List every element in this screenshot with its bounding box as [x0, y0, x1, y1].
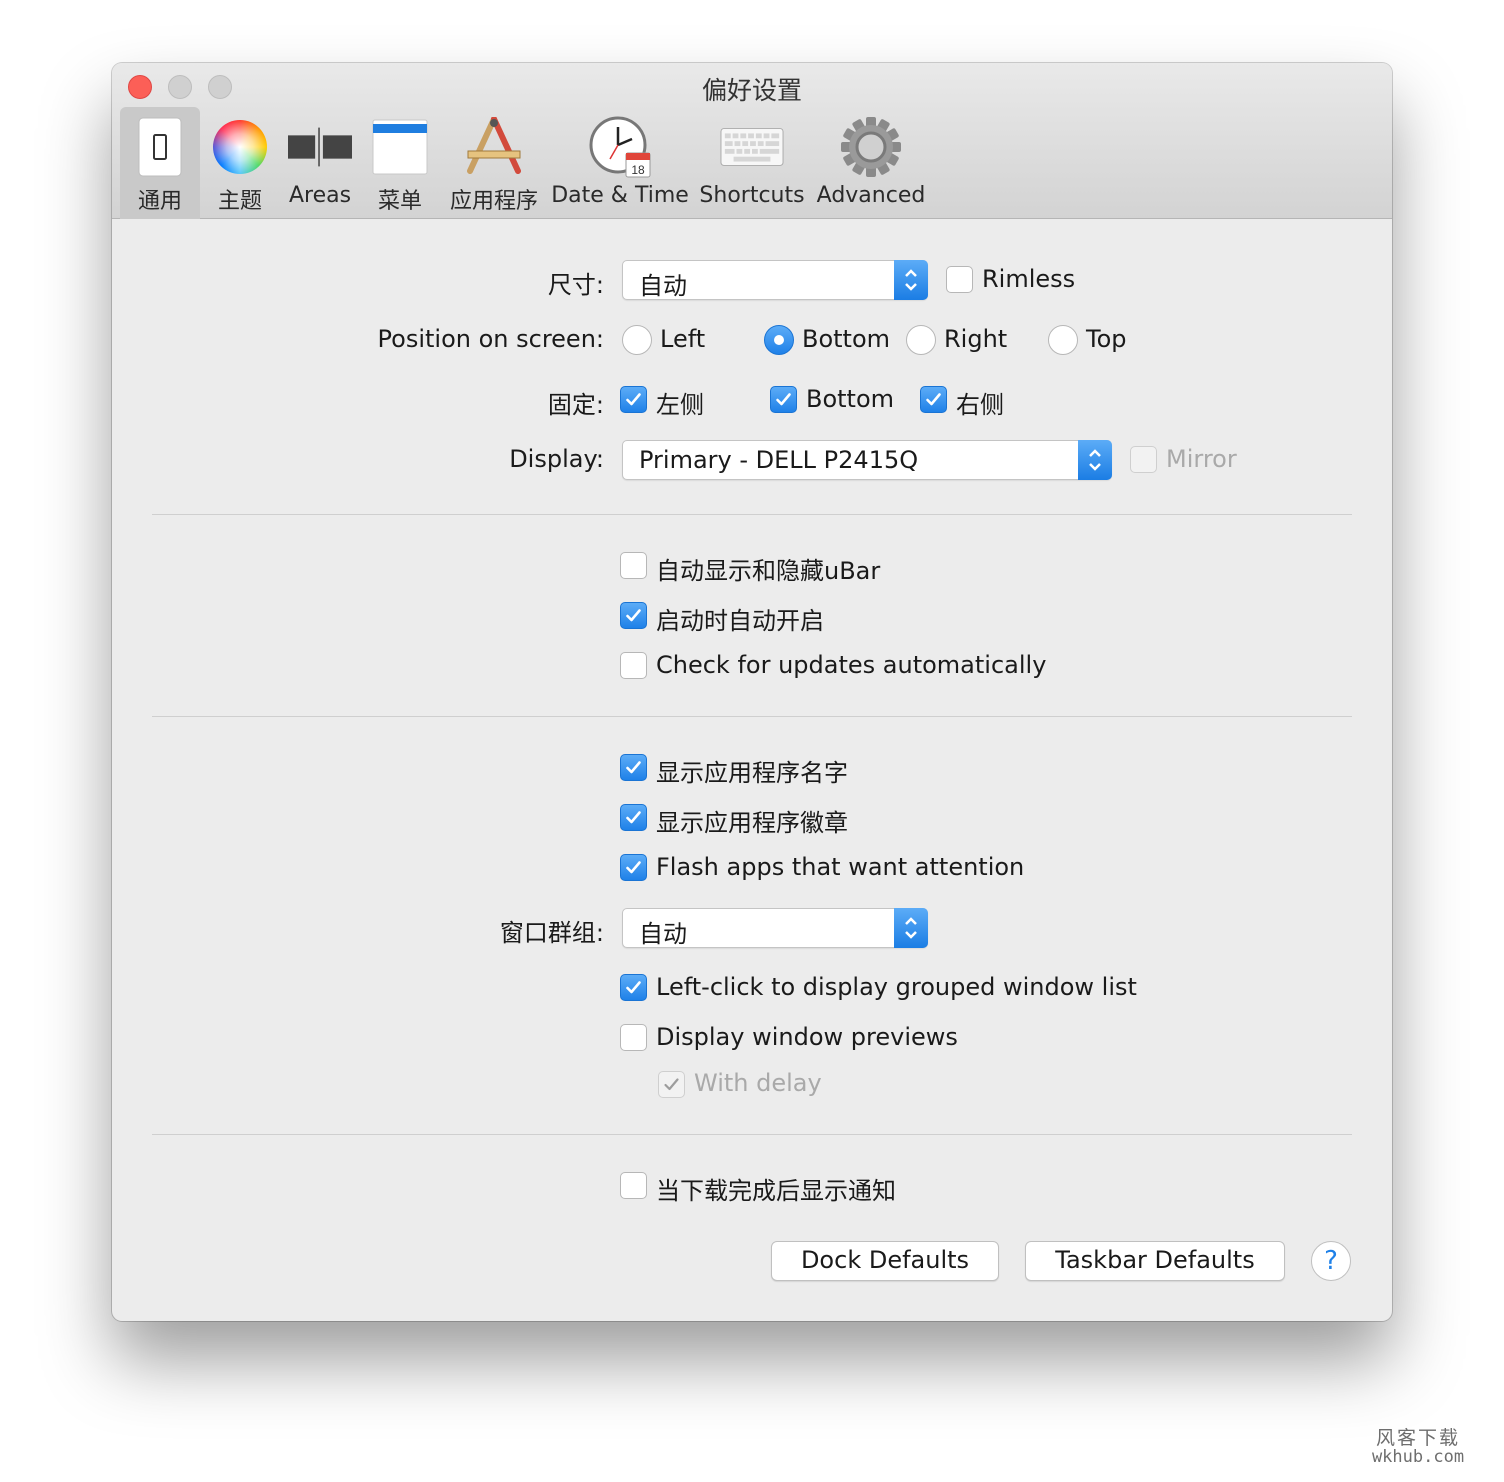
- auto-hide-label: 自动显示和隐藏uBar: [656, 557, 881, 585]
- watermark-line1: 风客下载: [1375, 1427, 1460, 1449]
- tab-date-time[interactable]: 18 Date & Time: [551, 107, 689, 219]
- display-popup[interactable]: Primary - DELL P2415Q: [622, 440, 1112, 480]
- separator: [152, 514, 1352, 515]
- show-app-badges-checkbox[interactable]: [620, 804, 647, 831]
- pin-option-label: Bottom: [806, 385, 895, 413]
- stepper-arrows-icon: [894, 260, 928, 300]
- tab-label: 应用程序: [449, 189, 538, 214]
- checkmark-icon: [626, 981, 641, 994]
- checkmark-icon: [626, 393, 641, 406]
- areas-icon: [288, 115, 352, 179]
- window-previews-checkbox[interactable]: [620, 1024, 647, 1051]
- help-button[interactable]: ?: [1311, 1241, 1351, 1281]
- tab-general[interactable]: 通用: [120, 107, 200, 219]
- position-left-radio[interactable]: [622, 325, 652, 355]
- tab-label: Date & Time: [551, 183, 689, 208]
- pin-option-label: 右侧: [956, 391, 1004, 419]
- flash-apps-checkbox[interactable]: [620, 854, 647, 881]
- tab-label: 菜单: [377, 189, 422, 214]
- position-option-label: Top: [1086, 325, 1127, 353]
- checkmark-icon: [626, 861, 641, 874]
- download-notify-label: 当下载完成后显示通知: [656, 1177, 896, 1205]
- checkmark-icon: [776, 393, 791, 406]
- watermark: 风客下载 wkhub.com: [1358, 1428, 1478, 1466]
- tab-label: Advanced: [816, 183, 926, 208]
- size-popup[interactable]: 自动: [622, 260, 928, 300]
- checkmark-icon: [664, 1078, 679, 1091]
- tab-shortcuts[interactable]: Shortcuts: [696, 107, 808, 219]
- left-click-grouped-checkbox[interactable]: [620, 974, 647, 1001]
- show-app-badges-label: 显示应用程序徽章: [656, 809, 848, 837]
- with-delay-label: With delay: [694, 1069, 822, 1097]
- dock-defaults-button[interactable]: Dock Defaults: [771, 1241, 999, 1281]
- window-grouping-label: 窗口群组:: [499, 919, 604, 947]
- with-delay-checkbox[interactable]: [658, 1071, 685, 1098]
- menu-bar-icon: [368, 115, 432, 179]
- display-label: Display:: [509, 445, 604, 473]
- launch-at-login-checkbox[interactable]: [620, 602, 647, 629]
- pin-option-label: 左侧: [656, 391, 704, 419]
- launch-at-login-label: 启动时自动开启: [656, 607, 824, 635]
- color-wheel-icon: [208, 115, 272, 179]
- checkmark-icon: [626, 811, 641, 824]
- separator: [152, 1134, 1352, 1135]
- window-previews-label: Display window previews: [656, 1023, 958, 1051]
- stepper-arrows-icon: [1078, 440, 1112, 480]
- left-click-grouped-label: Left-click to display grouped window lis…: [656, 973, 1137, 1001]
- checkmark-icon: [626, 609, 641, 622]
- tab-label: 主题: [217, 189, 262, 214]
- position-top-radio[interactable]: [1048, 325, 1078, 355]
- pin-left-checkbox[interactable]: [620, 386, 647, 413]
- size-label: 尺寸:: [547, 271, 604, 299]
- show-app-names-checkbox[interactable]: [620, 754, 647, 781]
- tab-areas[interactable]: Areas: [280, 107, 360, 219]
- tab-menu[interactable]: 菜单: [362, 107, 438, 219]
- toolbar: 偏好设置 通用 主题 Areas 菜单 应用程序 18 Date & Time …: [112, 63, 1392, 219]
- stepper-arrows-icon: [894, 908, 928, 948]
- taskbar-defaults-button[interactable]: Taskbar Defaults: [1025, 1241, 1285, 1281]
- separator: [152, 716, 1352, 717]
- tab-label: Areas: [288, 183, 352, 208]
- pin-right-checkbox[interactable]: [920, 386, 947, 413]
- show-app-names-label: 显示应用程序名字: [656, 759, 848, 787]
- position-bottom-radio[interactable]: [764, 325, 794, 355]
- check-updates-label: Check for updates automatically: [656, 651, 1047, 679]
- phone-icon: [128, 115, 192, 179]
- checkmark-icon: [926, 393, 941, 406]
- rimless-checkbox[interactable]: [946, 266, 973, 293]
- svg-text:18: 18: [631, 163, 645, 177]
- pin-bottom-checkbox[interactable]: [770, 386, 797, 413]
- position-label: Position on screen:: [377, 325, 604, 353]
- position-option-label: Left: [660, 325, 706, 353]
- preferences-window: 偏好设置 通用 主题 Areas 菜单 应用程序 18 Date & Time …: [112, 63, 1392, 1321]
- tab-label: 通用: [137, 189, 182, 214]
- position-right-radio[interactable]: [906, 325, 936, 355]
- applications-icon: [462, 115, 526, 179]
- mirror-label: Mirror: [1166, 445, 1237, 473]
- tab-applications[interactable]: 应用程序: [446, 107, 542, 219]
- position-option-label: Right: [944, 325, 1008, 353]
- pinning-label: 固定:: [547, 391, 604, 419]
- gear-icon: [839, 115, 903, 179]
- watermark-line2: wkhub.com: [1371, 1447, 1465, 1467]
- tab-theme[interactable]: 主题: [202, 107, 278, 219]
- size-value: 自动: [639, 272, 687, 300]
- window-grouping-popup[interactable]: 自动: [622, 908, 928, 948]
- flash-apps-label: Flash apps that want attention: [656, 853, 1025, 881]
- keyboard-icon: [720, 115, 784, 179]
- auto-hide-checkbox[interactable]: [620, 552, 647, 579]
- checkmark-icon: [626, 761, 641, 774]
- mirror-checkbox[interactable]: [1130, 446, 1157, 473]
- window-grouping-value: 自动: [639, 920, 687, 948]
- clock-calendar-icon: 18: [588, 115, 652, 179]
- rimless-label: Rimless: [982, 265, 1076, 293]
- check-updates-checkbox[interactable]: [620, 652, 647, 679]
- display-value: Primary - DELL P2415Q: [639, 446, 919, 474]
- tab-label: Shortcuts: [699, 183, 805, 208]
- window-title: 偏好设置: [701, 76, 802, 105]
- position-option-label: Bottom: [802, 325, 891, 353]
- tab-advanced[interactable]: Advanced: [816, 107, 926, 219]
- download-notify-checkbox[interactable]: [620, 1172, 647, 1199]
